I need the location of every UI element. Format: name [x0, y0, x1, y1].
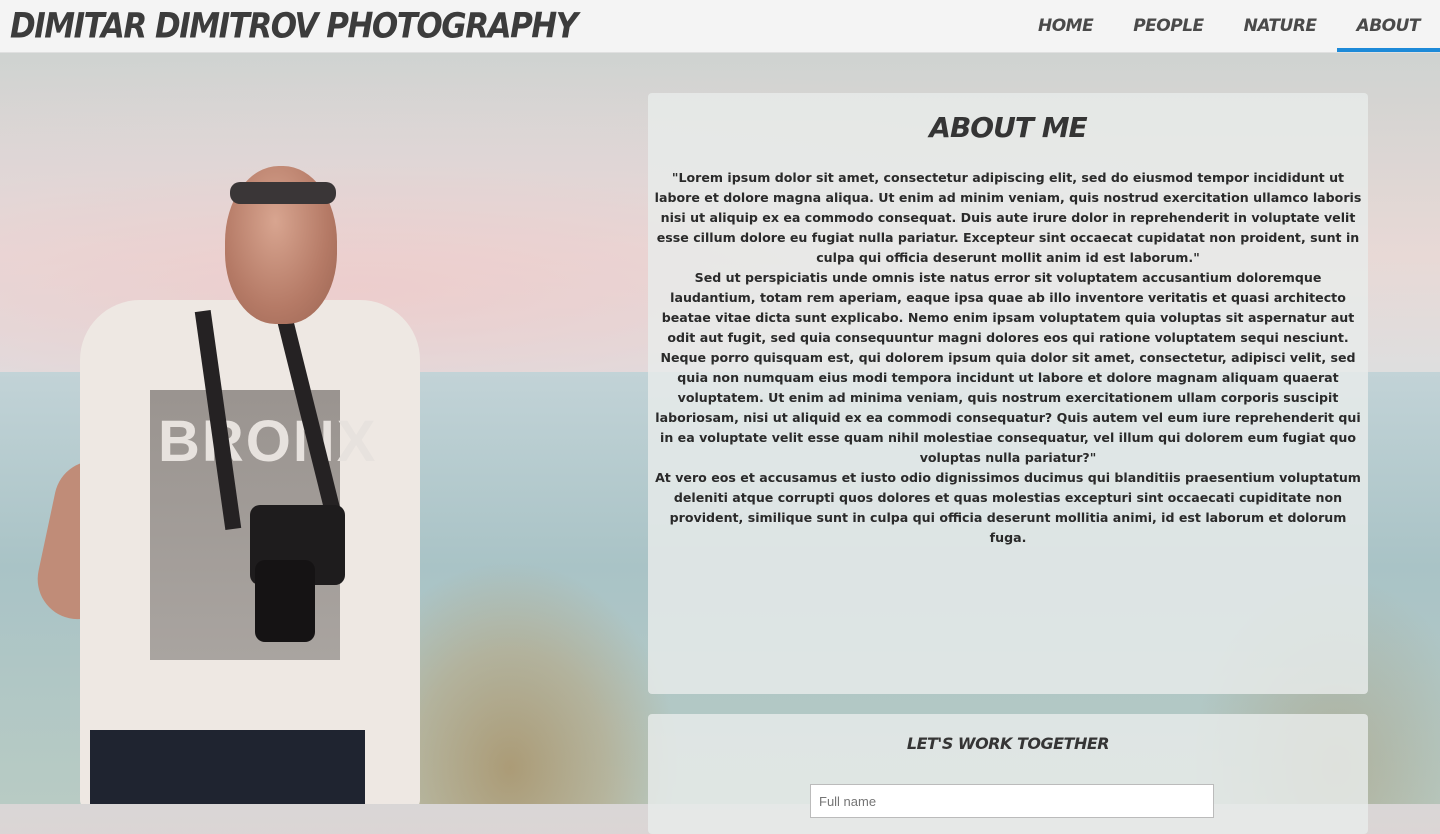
photographer-figure: BRONX — [30, 160, 430, 804]
sunglasses — [230, 182, 336, 204]
about-paragraph-2: Sed ut perspiciatis unde omnis iste natu… — [655, 270, 1361, 465]
nav-people[interactable]: PEOPLE — [1113, 0, 1223, 52]
about-title: ABOUT ME — [929, 111, 1087, 144]
main-nav: HOME PEOPLE NATURE ABOUT — [1018, 0, 1440, 52]
about-paragraph-3: At vero eos et accusamus et iusto odio d… — [655, 470, 1361, 545]
pants — [90, 730, 365, 804]
about-paragraph-1: "Lorem ipsum dolor sit amet, consectetur… — [654, 170, 1362, 265]
full-name-input[interactable] — [810, 784, 1214, 818]
nav-home[interactable]: HOME — [1018, 0, 1113, 52]
nav-about[interactable]: ABOUT — [1336, 0, 1440, 52]
nav-nature[interactable]: NATURE — [1224, 0, 1337, 52]
contact-panel: LET'S WORK TOGETHER — [648, 714, 1368, 834]
about-text: "Lorem ipsum dolor sit amet, consectetur… — [652, 168, 1364, 548]
site-brand[interactable]: DIMITAR DIMITROV PHOTOGRAPHY — [10, 6, 578, 46]
camera-lens — [255, 560, 315, 642]
contact-title: LET'S WORK TOGETHER — [906, 734, 1110, 753]
site-header: DIMITAR DIMITROV PHOTOGRAPHY HOME PEOPLE… — [0, 0, 1440, 53]
about-panel: ABOUT ME "Lorem ipsum dolor sit amet, co… — [648, 93, 1368, 694]
shirt-print-text: BRONX — [158, 409, 378, 474]
